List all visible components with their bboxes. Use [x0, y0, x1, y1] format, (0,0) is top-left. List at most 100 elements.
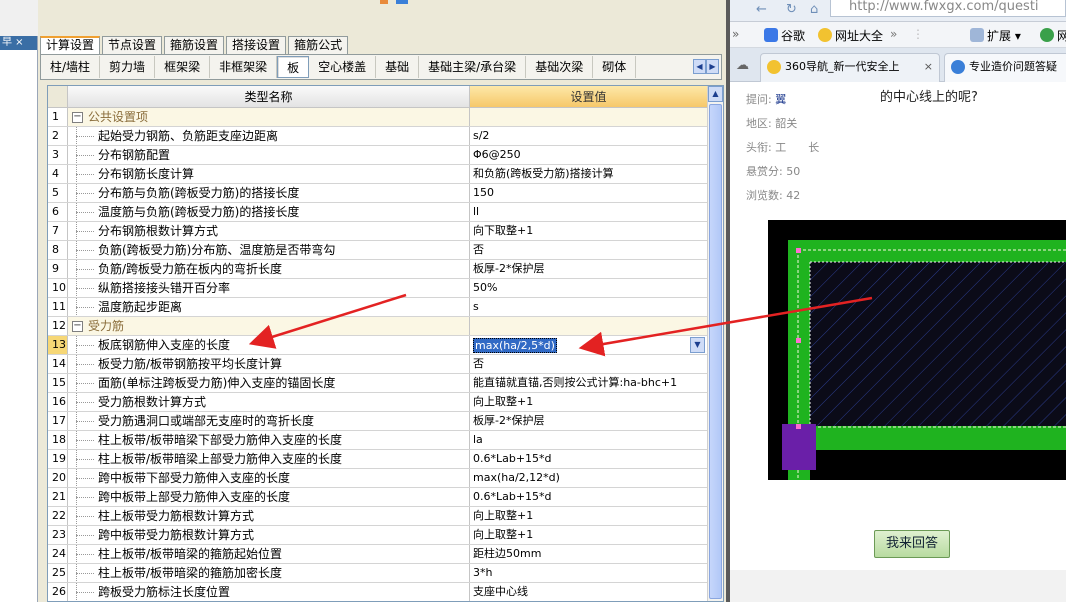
row-setting-value[interactable]: s [470, 298, 708, 316]
subtab-0[interactable]: 柱/墙柱 [41, 56, 101, 78]
subtab-6[interactable]: 基础 [376, 56, 420, 78]
row-setting-value[interactable]: ll [470, 203, 708, 221]
value-editor[interactable]: max(ha/2,5*d) [473, 338, 557, 353]
browser-tab-360[interactable]: 360导航_新一代安全上 × [760, 53, 940, 82]
table-row[interactable]: 6 温度筋与负筋(跨板受力筋)的搭接长度 ll [48, 203, 708, 222]
subtab-2[interactable]: 框架梁 [155, 56, 211, 78]
cad-drawing-svg [782, 240, 1066, 480]
close-icon[interactable]: × [924, 54, 933, 80]
subtab-3[interactable]: 非框架梁 [210, 56, 278, 78]
tab-1[interactable]: 节点设置 [102, 36, 163, 54]
row-setting-value[interactable]: 0.6*Lab+15*d [470, 450, 708, 468]
field-value[interactable]: 翼 [775, 93, 786, 106]
bookmark-sites[interactable]: 网址大全 [818, 27, 883, 44]
row-setting-value[interactable]: 50% [470, 279, 708, 297]
row-setting-value[interactable]: 支座中心线 [470, 583, 708, 601]
row-label: 受力筋根数计算方式 [98, 395, 207, 409]
table-row[interactable]: 13 板底钢筋伸入支座的长度 max(ha/2,5*d) ▼ [48, 336, 708, 355]
question-title: 的中心线上的呢? [880, 90, 978, 105]
table-row[interactable]: 7 分布钢筋根数计算方式 向下取整+1 [48, 222, 708, 241]
settings-grid: 类型名称 设置值 1− 公共设置项 2 起始受力钢筋、负筋距支座边距离 s/2 3 分布钢筋… [47, 85, 724, 602]
bookmark-google[interactable]: 谷歌 [764, 27, 805, 44]
row-setting-value[interactable]: Φ6@250 [470, 146, 708, 164]
table-row[interactable]: 21 跨中板带上部受力筋伸入支座的长度 0.6*Lab+15*d [48, 488, 708, 507]
row-setting-value[interactable]: 3*h [470, 564, 708, 582]
row-setting-value[interactable]: 向下取整+1 [470, 222, 708, 240]
row-number: 19 [48, 450, 68, 468]
table-row[interactable]: 26 跨板受力筋标注长度位置 支座中心线 [48, 583, 708, 601]
row-setting-value[interactable]: 150 [470, 184, 708, 202]
tab-0[interactable]: 计算设置 [40, 36, 101, 55]
row-setting-value[interactable]: 板厚-2*保护层 [470, 260, 708, 278]
extensions-button[interactable]: 扩展 ▾ [970, 27, 1021, 44]
tab-2[interactable]: 箍筋设置 [164, 36, 225, 54]
scroll-right-icon[interactable]: ▶ [706, 59, 719, 74]
subtab-9[interactable]: 砌体 [593, 56, 637, 78]
row-setting-value[interactable] [470, 317, 708, 335]
refresh-icon[interactable]: ↻ [786, 2, 797, 17]
table-row[interactable]: 11 温度筋起步距离 s [48, 298, 708, 317]
scroll-left-icon[interactable]: ◀ [693, 59, 706, 74]
table-row[interactable]: 25 柱上板带/板带暗梁的箍筋加密长度 3*h [48, 564, 708, 583]
table-row[interactable]: 3 分布钢筋配置 Φ6@250 [48, 146, 708, 165]
row-setting-value[interactable]: 0.6*Lab+15*d [470, 488, 708, 506]
grid-vertical-scrollbar[interactable]: ▲ [707, 86, 723, 601]
table-row[interactable]: 12− 受力筋 [48, 317, 708, 336]
bookmark-more-icon[interactable]: » [890, 27, 897, 41]
table-row[interactable]: 1− 公共设置项 [48, 108, 708, 127]
tab-4[interactable]: 箍筋公式 [288, 36, 349, 54]
table-row[interactable]: 24 柱上板带/板带暗梁的箍筋起始位置 距柱边50mm [48, 545, 708, 564]
table-row[interactable]: 20 跨中板带下部受力筋伸入支座的长度 max(ha/2,12*d) [48, 469, 708, 488]
collapse-icon[interactable]: − [72, 321, 83, 332]
row-setting-value[interactable]: 板厚-2*保护层 [470, 412, 708, 430]
row-setting-value[interactable]: s/2 [470, 127, 708, 145]
scroll-up-icon[interactable]: ▲ [708, 86, 723, 102]
scroll-thumb[interactable] [709, 104, 722, 599]
subtab-7[interactable]: 基础主梁/承台梁 [419, 56, 527, 78]
table-row[interactable]: 5 分布筋与负筋(跨板受力筋)的搭接长度 150 [48, 184, 708, 203]
table-row[interactable]: 15 面筋(单标注跨板受力筋)伸入支座的锚固长度 能直锚就直锚,否则按公式计算:ha… [48, 374, 708, 393]
table-row[interactable]: 23 跨中板带受力筋根数计算方式 向上取整+1 [48, 526, 708, 545]
chevron-down-icon[interactable]: ▼ [690, 337, 705, 353]
row-setting-value[interactable]: 距柱边50mm [470, 545, 708, 563]
table-row[interactable]: 22 柱上板带受力筋根数计算方式 向上取整+1 [48, 507, 708, 526]
subtab-8[interactable]: 基础次梁 [526, 56, 594, 78]
table-row[interactable]: 14 板受力筋/板带钢筋按平均长度计算 否 [48, 355, 708, 374]
row-setting-value[interactable]: 向上取整+1 [470, 393, 708, 411]
bookmark-net[interactable]: 网 [1040, 27, 1066, 44]
subtab-1[interactable]: 剪力墙 [100, 56, 156, 78]
bookmark-overflow-icon[interactable]: » [732, 27, 739, 41]
table-row[interactable]: 17 受力筋遇洞口或端部无支座时的弯折长度 板厚-2*保护层 [48, 412, 708, 431]
row-setting-value[interactable]: 能直锚就直锚,否则按公式计算:ha-bhc+1 [470, 374, 708, 392]
row-setting-value[interactable]: la [470, 431, 708, 449]
home-icon[interactable]: ⌂ [810, 2, 818, 17]
row-setting-value[interactable]: 向上取整+1 [470, 507, 708, 525]
back-icon[interactable]: ← [756, 2, 767, 17]
cloud-icon[interactable]: ☁ [736, 58, 749, 73]
tree-line [72, 564, 96, 582]
table-row[interactable]: 18 柱上板带/板带暗梁下部受力筋伸入支座的长度 la [48, 431, 708, 450]
row-setting-value[interactable]: max(ha/2,12*d) [470, 469, 708, 487]
subtab-5[interactable]: 空心楼盖 [309, 56, 377, 78]
collapse-icon[interactable]: − [72, 112, 83, 123]
row-setting-value[interactable]: max(ha/2,5*d) ▼ [470, 336, 708, 354]
left-panel-titlebar[interactable]: 早 × [0, 36, 38, 50]
browser-tab-qa[interactable]: 专业造价问题答疑 [944, 53, 1066, 82]
table-row[interactable]: 19 柱上板带/板带暗梁上部受力筋伸入支座的长度 0.6*Lab+15*d [48, 450, 708, 469]
table-row[interactable]: 2 起始受力钢筋、负筋距支座边距离 s/2 [48, 127, 708, 146]
subtab-4[interactable]: 板 [277, 56, 310, 78]
row-setting-value[interactable]: 和负筋(跨板受力筋)搭接计算 [470, 165, 708, 183]
row-setting-value[interactable]: 否 [470, 355, 708, 373]
row-setting-value[interactable]: 向上取整+1 [470, 526, 708, 544]
tab-3[interactable]: 搭接设置 [226, 36, 287, 54]
answer-button[interactable]: 我来回答 [874, 530, 950, 558]
table-row[interactable]: 16 受力筋根数计算方式 向上取整+1 [48, 393, 708, 412]
table-row[interactable]: 4 分布钢筋长度计算 和负筋(跨板受力筋)搭接计算 [48, 165, 708, 184]
url-input[interactable]: http://www.fwxgx.com/questi [830, 0, 1066, 17]
table-row[interactable]: 8 负筋(跨板受力筋)分布筋、温度筋是否带弯勾 否 [48, 241, 708, 260]
row-type-name: 柱上板带/板带暗梁上部受力筋伸入支座的长度 [68, 450, 470, 468]
row-setting-value[interactable]: 否 [470, 241, 708, 259]
row-setting-value[interactable] [470, 108, 708, 126]
table-row[interactable]: 10 纵筋搭接接头错开百分率 50% [48, 279, 708, 298]
table-row[interactable]: 9 负筋/跨板受力筋在板内的弯折长度 板厚-2*保护层 [48, 260, 708, 279]
